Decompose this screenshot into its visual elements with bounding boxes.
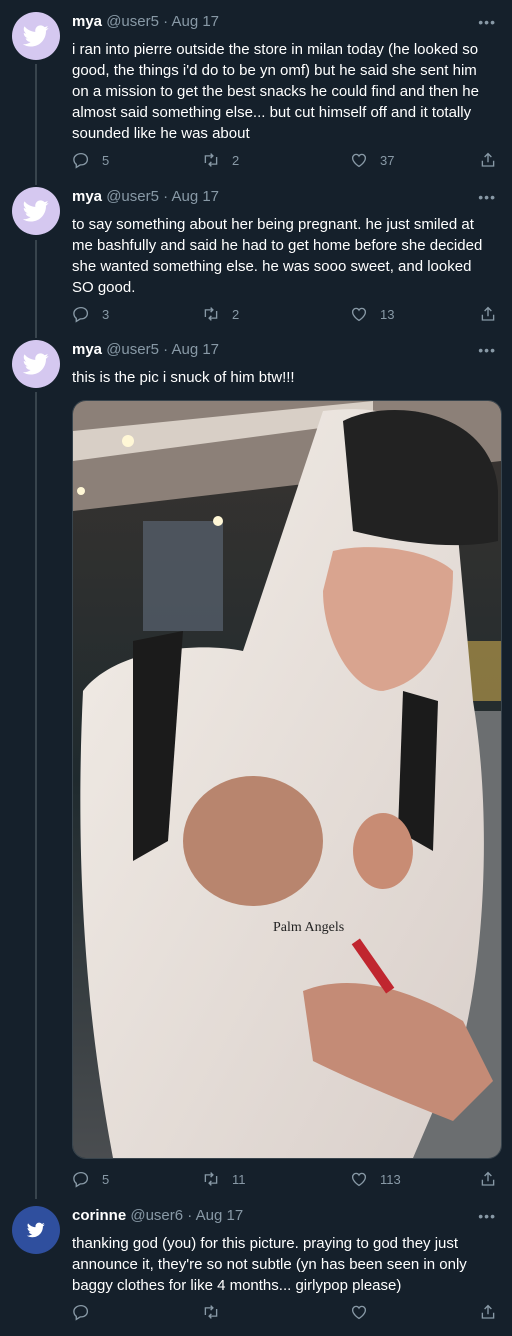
- twitter-bird-icon: [23, 25, 49, 47]
- retweet-button[interactable]: [202, 1303, 232, 1321]
- retweet-count: 2: [232, 152, 240, 168]
- reply-icon: [73, 1304, 89, 1321]
- user-handle[interactable]: @user5: [106, 188, 159, 205]
- like-button[interactable]: [350, 1303, 380, 1321]
- tweet-actions: 5 2 37: [72, 151, 502, 171]
- display-name[interactable]: corinne: [72, 1207, 126, 1224]
- twitter-bird-icon: [23, 353, 49, 375]
- like-count: 13: [380, 306, 395, 322]
- separator: ·: [163, 341, 169, 358]
- retweet-icon: [204, 1305, 218, 1319]
- like-button[interactable]: 37: [350, 151, 394, 169]
- share-icon: [481, 306, 495, 321]
- tweet[interactable]: mya @user5 · Aug 17 ••• i ran into pierr…: [0, 12, 512, 182]
- tweet-actions: 3 2 13: [72, 305, 502, 325]
- tweet-actions: 5 11 113: [72, 1170, 502, 1190]
- more-icon[interactable]: •••: [478, 342, 496, 358]
- retweet-icon: [204, 153, 218, 167]
- retweet-icon: [204, 1172, 218, 1186]
- like-button[interactable]: 13: [350, 305, 394, 323]
- separator: ·: [187, 1207, 193, 1224]
- share-icon: [481, 152, 495, 167]
- tweet-header: mya @user5 · Aug 17: [72, 12, 219, 32]
- avatar[interactable]: [12, 187, 60, 235]
- user-handle[interactable]: @user5: [106, 13, 159, 30]
- share-button[interactable]: [479, 1303, 509, 1321]
- like-icon: [351, 1172, 367, 1187]
- retweet-icon: [204, 307, 218, 321]
- avatar[interactable]: [12, 340, 60, 388]
- avatar[interactable]: [12, 1206, 60, 1254]
- twitter-bird-icon: [27, 1222, 45, 1238]
- reply-button[interactable]: 5: [72, 1170, 109, 1188]
- tweet-text: thanking god (you) for this picture. pra…: [72, 1235, 467, 1294]
- reply-count: 5: [102, 1171, 110, 1187]
- tweet-header: mya @user5 · Aug 17: [72, 340, 219, 360]
- display-name[interactable]: mya: [72, 188, 102, 205]
- separator: ·: [163, 188, 169, 205]
- user-handle[interactable]: @user5: [106, 341, 159, 358]
- photo-shirt-text: Palm Angels: [273, 920, 344, 935]
- retweet-button[interactable]: 2: [202, 305, 239, 323]
- photo-illustration: Palm Angels: [73, 401, 501, 1158]
- tweet-header: corinne @user6 · Aug 17: [72, 1206, 243, 1226]
- retweet-count: 2: [232, 306, 240, 322]
- reply-icon: [73, 152, 89, 169]
- user-handle[interactable]: @user6: [130, 1207, 183, 1224]
- reply-icon: [73, 306, 89, 323]
- twitter-bird-icon: [23, 200, 49, 222]
- reply-icon: [73, 1171, 89, 1188]
- tweet-text: to say something about her being pregnan…: [72, 216, 483, 296]
- tweet[interactable]: mya @user5 · Aug 17 ••• to say something…: [0, 187, 512, 327]
- tweet-date[interactable]: Aug 17: [171, 188, 219, 205]
- display-name[interactable]: mya: [72, 13, 102, 30]
- more-icon[interactable]: •••: [478, 1208, 496, 1224]
- more-icon[interactable]: •••: [478, 189, 496, 205]
- separator: ·: [163, 13, 169, 30]
- more-icon[interactable]: •••: [478, 14, 496, 30]
- reply-count: 5: [102, 152, 110, 168]
- display-name[interactable]: mya: [72, 341, 102, 358]
- tweet-date[interactable]: Aug 17: [196, 1207, 244, 1224]
- share-button[interactable]: [479, 151, 509, 169]
- like-count: 37: [380, 152, 395, 168]
- tweet-header: mya @user5 · Aug 17: [72, 187, 219, 207]
- share-icon: [481, 1304, 495, 1319]
- avatar[interactable]: [12, 12, 60, 60]
- tweet-date[interactable]: Aug 17: [171, 13, 219, 30]
- reply-button[interactable]: 3: [72, 305, 109, 323]
- like-icon: [351, 307, 367, 322]
- share-button[interactable]: [479, 1170, 509, 1188]
- like-icon: [351, 153, 367, 168]
- retweet-button[interactable]: 11: [202, 1170, 246, 1188]
- retweet-button[interactable]: 2: [202, 151, 239, 169]
- reply-button[interactable]: [72, 1303, 102, 1321]
- tweet-text: i ran into pierre outside the store in m…: [72, 41, 479, 142]
- retweet-count: 11: [232, 1171, 246, 1187]
- share-button[interactable]: [479, 305, 509, 323]
- tweet-date[interactable]: Aug 17: [171, 341, 219, 358]
- tweet-photo[interactable]: Palm Angels: [72, 400, 502, 1159]
- tweet[interactable]: corinne @user6 · Aug 17 ••• thanking god…: [0, 1206, 512, 1326]
- reply-count: 3: [102, 306, 110, 322]
- like-icon: [351, 1305, 367, 1320]
- like-count: 113: [380, 1171, 401, 1187]
- like-button[interactable]: 113: [350, 1170, 401, 1188]
- reply-button[interactable]: 5: [72, 151, 109, 169]
- tweet-actions: [72, 1303, 502, 1323]
- tweet-text: this is the pic i snuck of him btw!!!: [72, 369, 295, 386]
- share-icon: [481, 1171, 495, 1186]
